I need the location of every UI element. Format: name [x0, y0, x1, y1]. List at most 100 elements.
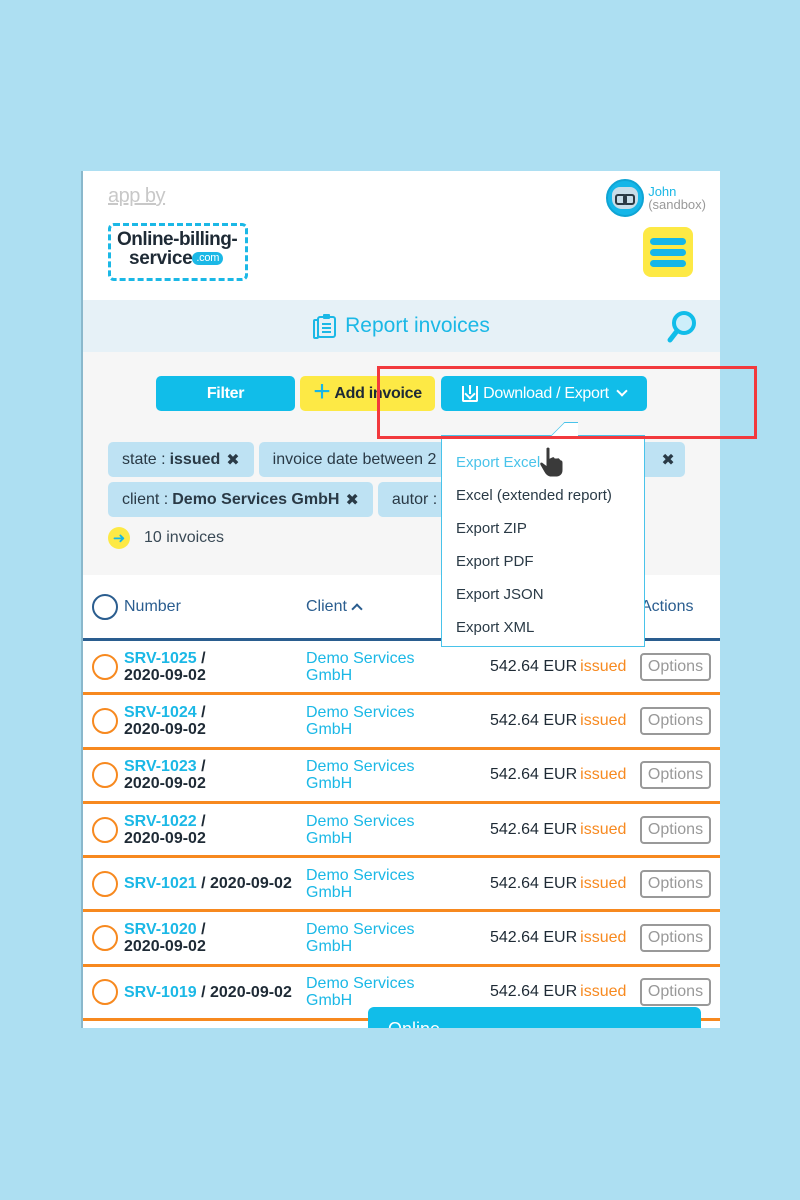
add-invoice-label: Add invoice [334, 384, 422, 402]
export-menu-item[interactable]: Export PDF [456, 545, 644, 578]
table-row[interactable]: SRV-1022 /2020-09-02 Demo Services GmbH … [83, 804, 720, 859]
export-menu-item[interactable]: Excel (extended report) [456, 479, 644, 512]
row-select-checkbox[interactable] [92, 979, 118, 1006]
export-menu-item[interactable]: Export XML [456, 611, 644, 644]
invoice-number: SRV-1024 /2020-09-02 [124, 703, 206, 738]
hamburger-icon-bar [650, 259, 686, 267]
filter-tag-state[interactable]: state : issued ✖ [108, 442, 254, 477]
column-number[interactable]: Number [92, 593, 181, 620]
remove-filter-icon[interactable]: ✖ [661, 450, 674, 470]
status-badge: issued [580, 766, 627, 784]
app-by-label: app by [108, 185, 166, 207]
table-row[interactable]: SRV-1025 /2020-09-02 Demo Services GmbH … [83, 641, 720, 696]
invoice-id-link[interactable]: SRV-1024 [124, 704, 197, 721]
table-row[interactable]: SRV-1020 /2020-09-02 Demo Services GmbH … [83, 912, 720, 967]
hamburger-icon-bar [650, 248, 686, 256]
invoice-id-link[interactable]: SRV-1022 [124, 813, 197, 830]
status-badge: issued [580, 874, 627, 892]
invoice-count: ➜ 10 invoices [108, 527, 224, 549]
invoice-amount: 542.64 EUR issued [490, 766, 627, 784]
options-button[interactable]: Options [640, 815, 711, 844]
invoice-date: 2020-09-02 [124, 775, 206, 793]
invoice-date: 2020-09-02 [210, 875, 292, 893]
invoice-id-link[interactable]: SRV-1021 [124, 875, 197, 892]
row-select-checkbox[interactable] [92, 762, 118, 789]
plus-icon: + [313, 375, 331, 408]
filter-tag-client[interactable]: client : Demo Services GmbH ✖ [108, 482, 373, 517]
status-badge: issued [580, 820, 627, 838]
filter-tag-invoice-date[interactable]: invoice date between 2 [258, 442, 451, 477]
status-badge: issued [580, 929, 627, 947]
remove-filter-icon[interactable]: ✖ [345, 490, 358, 510]
hand-pointer-cursor-icon [539, 446, 564, 478]
invoice-count-label: 10 invoices [144, 529, 225, 546]
page-title-text: Report invoices [345, 314, 490, 337]
options-button[interactable]: Options [640, 869, 711, 898]
invoice-amount: 542.64 EUR issued [490, 657, 627, 675]
logo-line2: service .com [117, 249, 239, 268]
row-select-checkbox[interactable] [92, 816, 118, 843]
add-invoice-button[interactable]: + Add invoice [300, 376, 435, 411]
invoice-id-link[interactable]: SRV-1019 [124, 984, 197, 1001]
hamburger-menu-button[interactable] [643, 227, 693, 277]
title-bar: Report invoices [83, 300, 720, 352]
download-export-button[interactable]: Download / Export [441, 376, 647, 411]
table-row[interactable]: SRV-1023 /2020-09-02 Demo Services GmbH … [83, 750, 720, 804]
column-client-label: Client [306, 597, 347, 615]
row-select-checkbox[interactable] [92, 707, 118, 734]
invoice-amount: 542.64 EUR issued [490, 983, 627, 1001]
export-menu-item[interactable]: Export ZIP [456, 512, 644, 545]
select-all-checkbox[interactable] [92, 593, 118, 620]
options-button[interactable]: Options [640, 652, 711, 681]
status-badge: issued [580, 711, 627, 729]
invoice-number: SRV-1022 /2020-09-02 [124, 812, 206, 847]
invoice-id-link[interactable]: SRV-1023 [124, 758, 197, 775]
user-role: (sandbox) [648, 197, 706, 212]
avatar-face-icon [612, 187, 639, 209]
filter-button[interactable]: Filter [156, 376, 295, 411]
options-button[interactable]: Options [640, 978, 711, 1007]
column-client-sort[interactable]: Client [306, 597, 363, 616]
avatar[interactable] [606, 179, 645, 217]
sort-ascending-icon [351, 603, 363, 615]
chat-popup-label: Online [388, 1019, 440, 1028]
export-button-label: Download / Export [483, 384, 609, 402]
invoice-date: 2020-09-02 [124, 829, 206, 847]
app-header: app by Online-billing- service .com John … [83, 171, 720, 300]
options-button[interactable]: Options [640, 706, 711, 735]
client-link[interactable]: Demo Services GmbH [306, 867, 436, 901]
row-select-checkbox[interactable] [92, 870, 118, 897]
options-button[interactable]: Options [640, 761, 711, 790]
invoice-id-link[interactable]: SRV-1020 [124, 921, 197, 938]
remove-filter-icon[interactable]: ✖ [226, 450, 239, 470]
client-link[interactable]: Demo Services GmbH [306, 758, 436, 792]
export-menu-item[interactable]: Export JSON [456, 578, 644, 611]
client-link[interactable]: Demo Services GmbH [306, 650, 436, 684]
user-profile[interactable]: John (sandbox) [606, 179, 706, 217]
clipboard-icon [313, 314, 337, 339]
arrow-right-icon: ➜ [108, 527, 130, 549]
logo-service-text: service [129, 248, 193, 269]
row-select-checkbox[interactable] [92, 653, 118, 680]
invoice-date: 2020-09-02 [124, 938, 206, 956]
client-link[interactable]: Demo Services GmbH [306, 975, 436, 1009]
options-button[interactable]: Options [640, 924, 711, 953]
invoice-id-link[interactable]: SRV-1025 [124, 650, 197, 667]
page-title: Report invoices [313, 313, 490, 339]
client-link[interactable]: Demo Services GmbH [306, 921, 436, 955]
brand-logo[interactable]: Online-billing- service .com [108, 223, 248, 281]
dropdown-pointer [542, 414, 578, 436]
table-row[interactable]: SRV-1021 / 2020-09-02 Demo Services GmbH… [83, 858, 720, 913]
status-badge: issued [580, 657, 627, 675]
table-row[interactable]: SRV-1024 /2020-09-02 Demo Services GmbH … [83, 695, 720, 750]
chevron-down-icon [616, 385, 628, 397]
client-link[interactable]: Demo Services GmbH [306, 813, 436, 847]
row-select-checkbox[interactable] [92, 925, 118, 952]
client-link[interactable]: Demo Services GmbH [306, 704, 436, 738]
app-window: app by Online-billing- service .com John … [81, 171, 720, 1028]
download-icon [462, 384, 479, 402]
column-number-label: Number [124, 597, 181, 615]
invoice-amount: 542.64 EUR issued [490, 711, 627, 729]
search-icon[interactable] [666, 310, 698, 344]
chat-popup[interactable]: Online [368, 1007, 701, 1028]
